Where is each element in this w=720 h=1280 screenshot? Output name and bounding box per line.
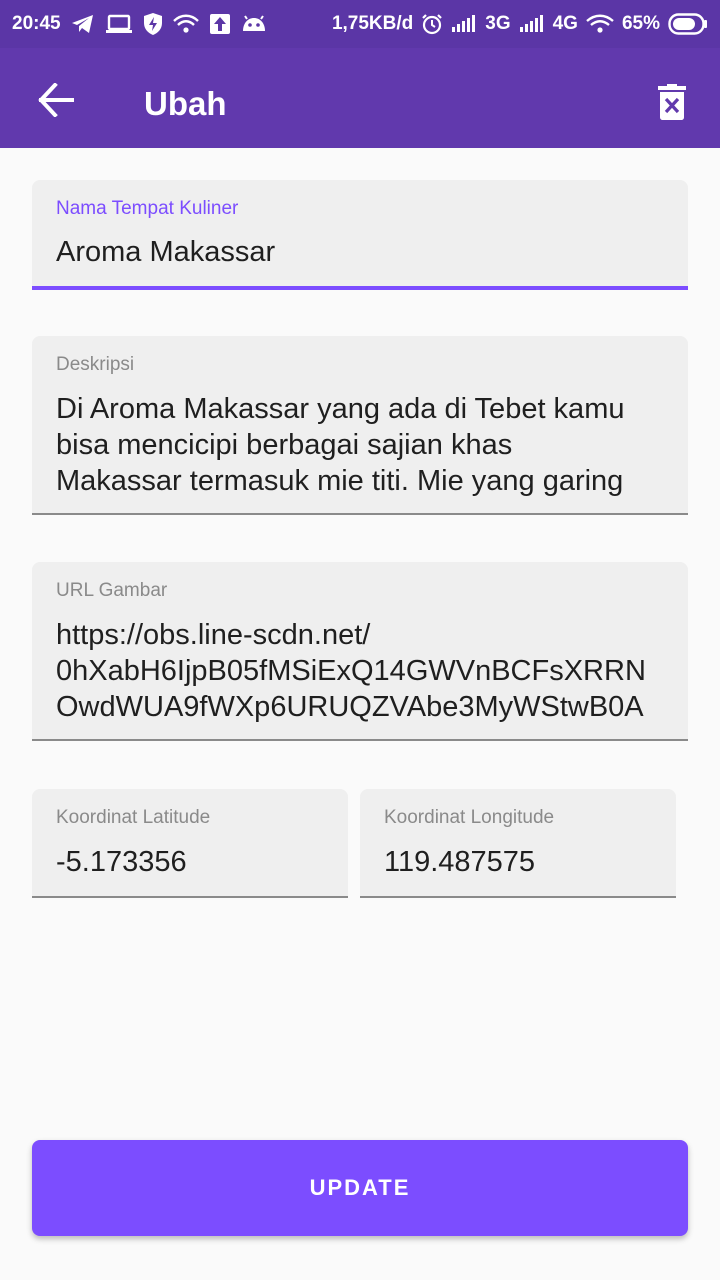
image-url-field-label: URL Gambar: [56, 580, 168, 601]
back-button[interactable]: [34, 80, 78, 124]
battery-percent: 65%: [621, 13, 660, 34]
delete-icon: [658, 83, 686, 125]
latitude-field[interactable]: Koordinat Latitude -5.173356: [32, 789, 348, 898]
longitude-field-value[interactable]: 119.487575: [384, 844, 535, 880]
signal-icon: [451, 15, 477, 33]
update-button[interactable]: UPDATE: [32, 1140, 688, 1236]
network-speed: 1,75KB/d: [331, 13, 414, 34]
telegram-icon: [71, 13, 95, 35]
name-field-label: Nama Tempat Kuliner: [56, 198, 239, 219]
status-bar-left: 20:45: [12, 12, 267, 36]
signal-type-3g: 3G: [485, 13, 511, 34]
alarm-icon: [421, 13, 443, 35]
battery-icon: [668, 13, 708, 35]
page-title: Ubah: [144, 85, 227, 122]
wifi-icon: [172, 14, 199, 34]
upload-icon: [209, 13, 231, 35]
longitude-field-label: Koordinat Longitude: [384, 807, 555, 828]
description-field-value[interactable]: Di Aroma Makassar yang ada di Tebet kamu…: [56, 391, 624, 499]
description-field-label: Deskripsi: [56, 354, 135, 375]
name-field-value[interactable]: Aroma Makassar: [56, 234, 275, 270]
shield-icon: [143, 12, 163, 36]
longitude-field[interactable]: Koordinat Longitude 119.487575: [360, 789, 676, 898]
android-icon: [241, 15, 267, 33]
image-url-field[interactable]: URL Gambar https://obs.line-scdn.net/ 0h…: [32, 562, 688, 741]
delete-button[interactable]: [654, 83, 690, 125]
update-button-label: UPDATE: [309, 1175, 411, 1200]
status-bar: 20:45 1,75KB/d 3G 4G 65%: [0, 0, 720, 48]
wifi-icon: [586, 14, 614, 34]
signal-icon: [519, 15, 545, 33]
description-field[interactable]: Deskripsi Di Aroma Makassar yang ada di …: [32, 336, 688, 515]
laptop-icon: [105, 14, 133, 34]
image-url-field-value[interactable]: https://obs.line-scdn.net/ 0hXabH6IjpB05…: [56, 617, 646, 725]
status-time: 20:45: [12, 13, 61, 34]
latitude-field-value[interactable]: -5.173356: [56, 844, 187, 880]
arrow-back-icon: [38, 81, 74, 122]
app-bar: Ubah: [0, 48, 720, 148]
signal-type-4g: 4G: [552, 13, 578, 34]
name-field[interactable]: Nama Tempat Kuliner Aroma Makassar: [32, 180, 688, 290]
latitude-field-label: Koordinat Latitude: [56, 807, 211, 828]
status-bar-right: 1,75KB/d 3G 4G 65%: [332, 13, 708, 35]
